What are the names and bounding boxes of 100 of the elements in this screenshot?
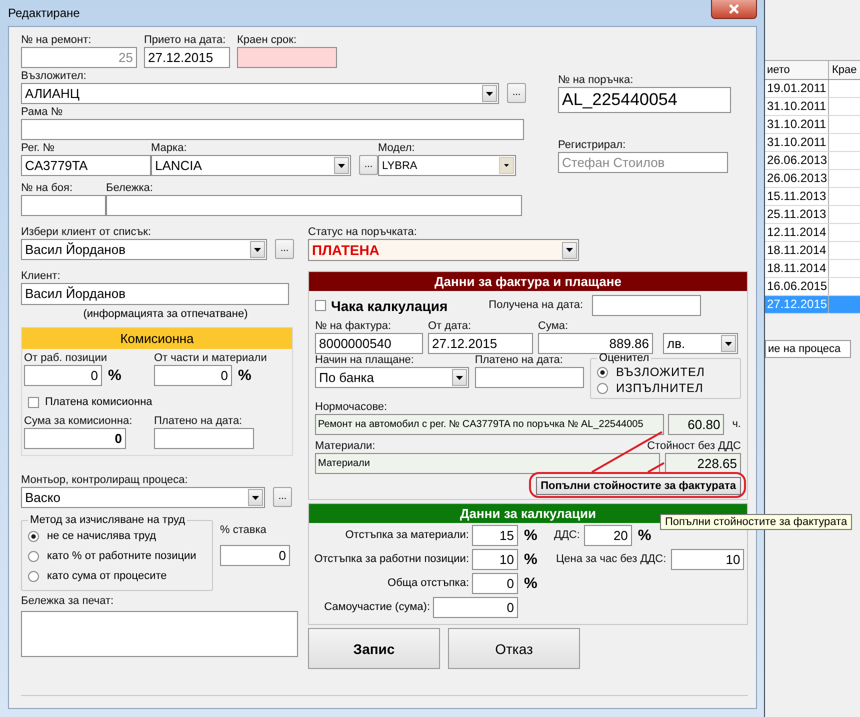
table-row[interactable]: 25.11.2013 (765, 206, 860, 224)
column-header: Крае (831, 63, 858, 78)
unit-label: % (638, 526, 652, 546)
table-row[interactable]: 12.11.2014 (765, 224, 860, 242)
unit-label: % (238, 366, 252, 386)
field-label: Статус на поръчката: (308, 226, 418, 239)
field-label: Регистрирал: (558, 139, 627, 152)
date-field[interactable]: 27.12.2015 (144, 47, 230, 68)
assignor-dropdown[interactable]: АЛИАНЦ (21, 83, 499, 104)
table-row[interactable]: 19.01.2011 (765, 80, 860, 98)
percent-field[interactable]: 0 (24, 365, 102, 386)
status-dropdown[interactable]: ПЛАТЕНА (308, 239, 579, 261)
tooltip: Попълни стойностите за фактурата (660, 514, 852, 530)
dialog-button[interactable]: Запис (308, 628, 440, 669)
browse-button[interactable]: ... (507, 83, 526, 103)
radio-button[interactable] (28, 570, 39, 582)
section-header: Данни за фактура и плащане (309, 272, 747, 291)
field-label: Платено на дата: (154, 415, 244, 428)
browse-button[interactable]: ... (359, 155, 378, 175)
field-label: Бележка: (106, 182, 154, 195)
checkbox-label: Чака калкулация (331, 298, 448, 314)
field-label: Платено на дата: (474, 354, 564, 367)
amount-field[interactable]: 0 (433, 596, 518, 618)
percent-field[interactable]: 0 (154, 365, 232, 386)
column-header: ието (765, 61, 829, 79)
value-field[interactable]: 228.65 (665, 453, 741, 474)
description-field[interactable]: Ремонт на автомобил с рег. № CA3779TA по поръчка № AL_22544005 (315, 414, 664, 435)
rate-field[interactable]: 0 (220, 545, 290, 566)
date-field[interactable] (474, 367, 584, 388)
make-dropdown[interactable]: LANCIA (151, 155, 351, 176)
table-row[interactable]: 31.10.2011 (765, 116, 860, 134)
deadline-field[interactable] (237, 47, 337, 68)
order-number-field[interactable]: AL_225440054 (558, 87, 731, 113)
radio-button[interactable] (597, 382, 608, 394)
radio-label: като сума от процесите (47, 570, 167, 582)
field-label: Прието на дата: (144, 34, 227, 47)
field-label: Рама № (21, 106, 64, 119)
client-dropdown[interactable]: Васил Йорданов (21, 239, 267, 260)
frame-number-field[interactable] (21, 119, 524, 140)
field-label: % ставка (220, 524, 268, 537)
description-field[interactable]: Материали (315, 453, 660, 474)
invoice-number-field[interactable]: 8000000540 (315, 333, 423, 354)
dialog-button[interactable]: Отказ (448, 628, 580, 669)
print-note-field[interactable] (21, 611, 298, 657)
field-label: От раб. позиции (24, 352, 108, 365)
table-row[interactable]: 31.10.2011 (765, 98, 860, 116)
table-row[interactable]: 26.06.2013 (765, 152, 860, 170)
date-field[interactable] (592, 295, 702, 316)
field-label: Получена на дата: (488, 299, 584, 312)
table-row[interactable]: 18.11.2014 (765, 242, 860, 260)
field-label: Начин на плащане: (315, 354, 415, 367)
currency-dropdown[interactable]: лв. (663, 333, 738, 354)
field-label: ДДС: (554, 528, 580, 542)
table-row[interactable]: 18.11.2014 (765, 260, 860, 278)
fill-values-button[interactable]: Попълни стойностите за фактурата (536, 477, 741, 495)
paint-number-field[interactable] (21, 195, 106, 216)
checkbox[interactable] (28, 396, 39, 408)
field-label: Отстъпка за материали: (344, 529, 469, 541)
note-field[interactable] (106, 195, 522, 216)
client-field[interactable]: Васил Йорданов (21, 283, 289, 305)
field-label: Краен срок: (237, 34, 298, 47)
browse-button[interactable]: ... (273, 487, 292, 507)
amount-field[interactable]: 889.86 (538, 333, 653, 354)
checkbox-label: Платена комисионна (45, 396, 152, 408)
field-label: Самоучастие (сума): (323, 601, 430, 613)
tab[interactable]: ие на процеса (765, 340, 851, 358)
group-title: Оценител (598, 352, 650, 364)
browse-button[interactable]: ... (275, 239, 294, 259)
radio-button[interactable] (28, 550, 39, 562)
close-button[interactable] (711, 0, 757, 19)
amount-field[interactable]: 0 (24, 428, 126, 449)
field-label: Бележка за печат: (21, 595, 115, 608)
radio-button[interactable] (28, 530, 39, 542)
radio-button[interactable] (597, 366, 608, 378)
mechanic-dropdown[interactable]: Васко (21, 487, 265, 508)
registration-field[interactable]: CA3779TA (21, 155, 151, 176)
table-row[interactable]: 31.10.2011 (765, 134, 860, 152)
table-row[interactable]: 26.06.2013 (765, 170, 860, 188)
field-label: Нормочасове: (315, 401, 388, 413)
price-field[interactable]: 10 (671, 548, 744, 570)
field-label: Сума за комисионна: (24, 415, 134, 428)
unit-label: % (524, 574, 538, 594)
hours-field[interactable]: 60.80 (668, 414, 724, 435)
field-label: Марка: (151, 142, 188, 155)
field-label: Отстъпка за работни позиции: (313, 553, 469, 565)
field-label: Избери клиент от списък: (21, 226, 152, 239)
table-row[interactable]: 15.11.2013 (765, 188, 860, 206)
percent-field[interactable]: 20 (584, 524, 632, 546)
model-dropdown[interactable]: LYBRA (378, 155, 516, 176)
field-label: № на ремонт: (21, 34, 92, 47)
percent-field[interactable]: 15 (472, 524, 518, 546)
unit-label: % (524, 550, 538, 570)
field-label: № на боя: (21, 182, 74, 195)
percent-field[interactable]: 10 (472, 548, 518, 570)
payment-dropdown[interactable]: По банка (315, 367, 469, 388)
checkbox[interactable] (315, 300, 326, 311)
date-field[interactable] (154, 428, 254, 449)
percent-field[interactable]: 0 (472, 572, 518, 594)
radio-label: ИЗПЪЛНИТЕЛ (616, 381, 704, 395)
date-field[interactable]: 27.12.2015 (428, 333, 533, 354)
